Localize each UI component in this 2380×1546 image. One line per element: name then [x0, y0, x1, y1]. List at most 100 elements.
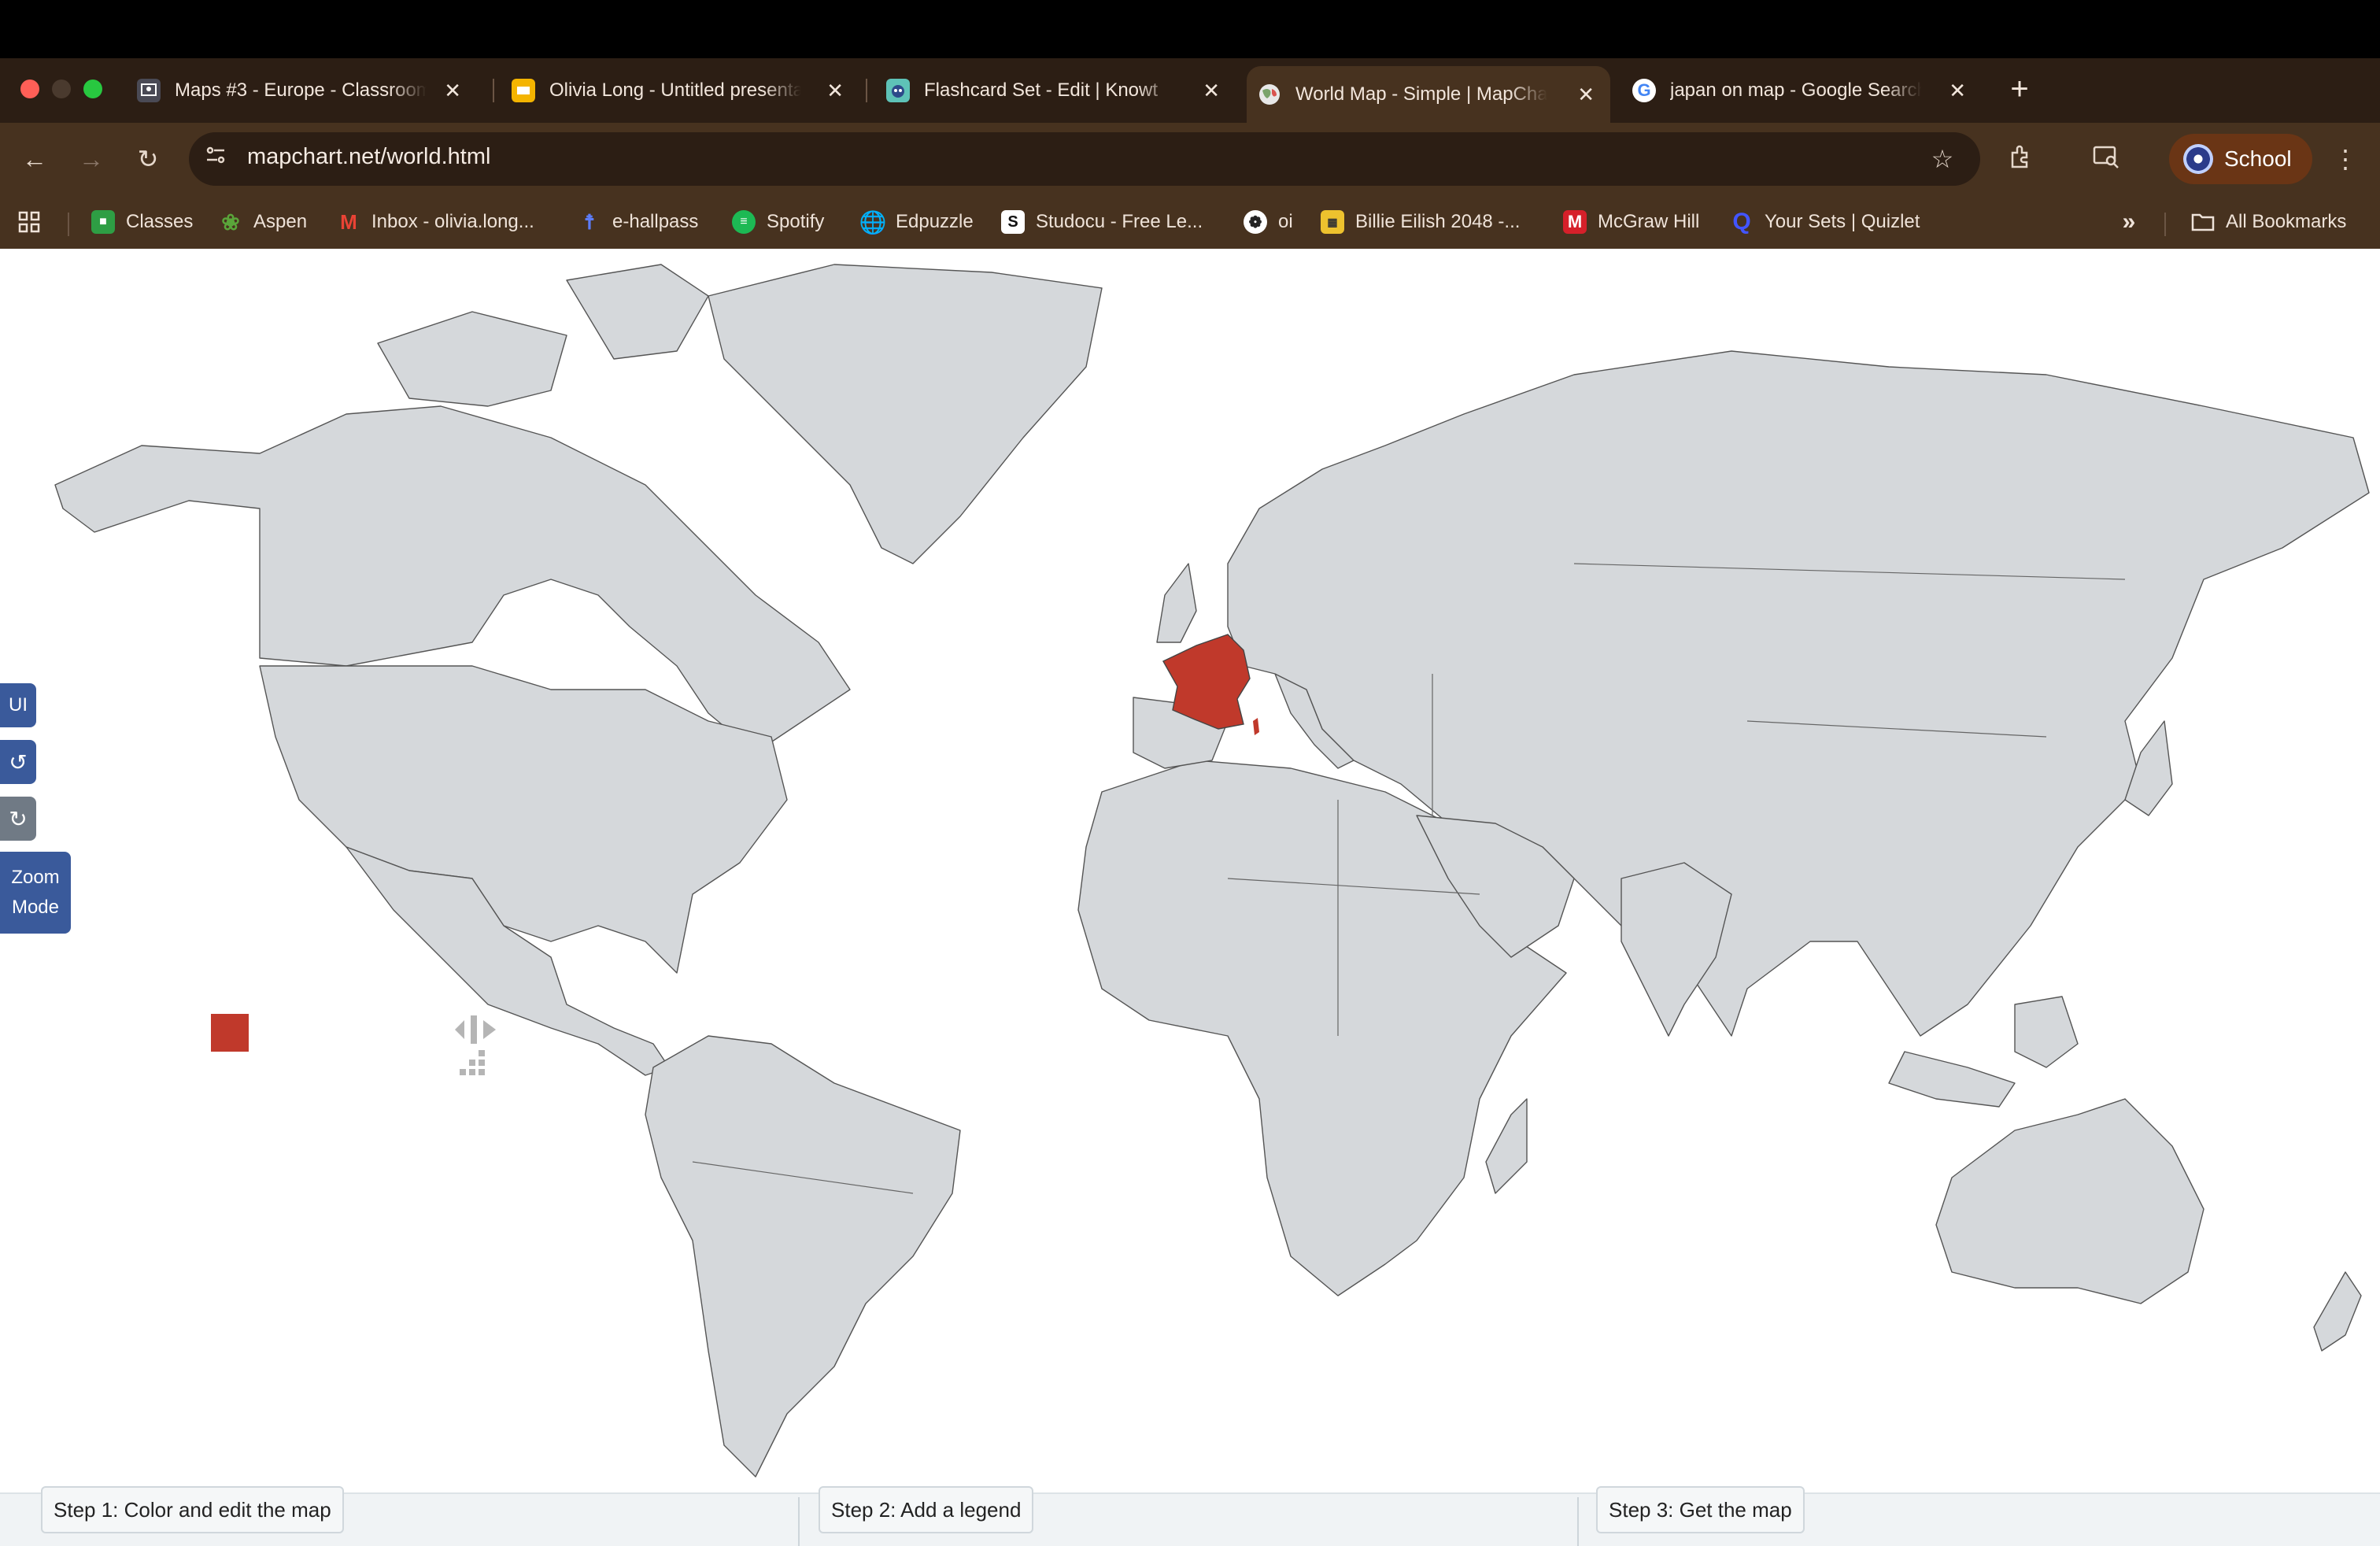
browser-tab[interactable]: Flashcard Set - Edit | Knowt ✕ — [875, 66, 1236, 115]
tab-title: World Map - Simple | MapChart — [1295, 83, 1547, 105]
close-icon[interactable]: ✕ — [1949, 79, 1966, 103]
bookmark-classes[interactable]: ■ Classes — [91, 206, 193, 238]
slides-icon — [512, 79, 535, 102]
browser-tab[interactable]: G japan on map - Google Search ✕ — [1621, 66, 1982, 115]
aspen-icon: ❀ — [221, 209, 240, 235]
bookmark-label: McGraw Hill — [1598, 211, 1700, 232]
bookmark-ehallpass[interactable]: ☨ e-hallpass — [578, 206, 699, 238]
step-2-button[interactable]: Step 2: Add a legend — [819, 1486, 1034, 1533]
bookmarks-separator — [68, 213, 69, 236]
zoom-mode-button[interactable]: Zoom Mode — [0, 852, 71, 934]
country-canada-islands[interactable] — [566, 264, 709, 360]
extensions-icon[interactable] — [2005, 143, 2037, 177]
bookmark-mcgraw-hill[interactable]: M McGraw Hill — [1563, 206, 1699, 238]
url-text: mapchart.net/world.html — [247, 144, 491, 169]
browser-tab[interactable]: Olivia Long - Untitled presentation ✕ — [501, 66, 859, 115]
gmail-icon: M — [340, 209, 357, 234]
country-south-america[interactable] — [645, 1035, 961, 1478]
reload-icon[interactable]: ↻ — [132, 143, 164, 175]
bookmark-label: Your Sets | Quizlet — [1765, 211, 1920, 232]
bookmark-label: oi — [1278, 211, 1293, 232]
bookmark-spotify[interactable]: ≡ Spotify — [732, 206, 824, 238]
country-madagascar[interactable] — [1485, 1098, 1528, 1194]
legend-color-swatch[interactable] — [211, 1014, 249, 1052]
screen-bezel — [0, 0, 2380, 58]
country-indonesia[interactable] — [1888, 1051, 2016, 1108]
all-bookmarks-button[interactable]: All Bookmarks — [2191, 206, 2346, 238]
bookmark-inbox[interactable]: M Inbox - olivia.long... — [337, 206, 534, 238]
country-france-corsica[interactable] — [1253, 718, 1259, 735]
bookmark-label: e-hallpass — [612, 211, 699, 232]
folder-icon — [2191, 210, 2215, 234]
close-icon[interactable]: ✕ — [1203, 79, 1220, 103]
undo-icon: ↺ — [9, 749, 28, 775]
apps-grid-icon — [18, 211, 40, 233]
tab-title: Olivia Long - Untitled presentation — [549, 80, 801, 101]
legend-drag-handle[interactable] — [452, 1014, 499, 1085]
bookmark-star-icon[interactable]: ☆ — [1927, 143, 1958, 175]
world-map[interactable] — [0, 249, 2380, 1492]
double-chevron-right-icon: » — [2122, 209, 2136, 235]
country-greenland[interactable] — [708, 264, 1103, 564]
browser-tab[interactable]: Maps #3 - Europe - Classroom ✕ — [126, 66, 477, 115]
bookmark-label: Classes — [126, 211, 194, 232]
country-canada-islands[interactable] — [377, 311, 567, 407]
forward-arrow-icon[interactable]: → — [76, 143, 107, 175]
spotify-icon: ≡ — [732, 210, 756, 234]
country-borneo[interactable] — [2014, 996, 2079, 1068]
close-icon[interactable]: ✕ — [444, 79, 461, 103]
apps-grid-button[interactable] — [17, 206, 41, 238]
tab-title: japan on map - Google Search — [1670, 80, 1922, 101]
more-menu-icon[interactable]: ⋮ — [2330, 143, 2361, 175]
country-uk[interactable] — [1156, 563, 1197, 643]
bookmark-label: Studocu - Free Le... — [1036, 211, 1203, 232]
step-3-button[interactable]: Step 3: Get the map — [1596, 1486, 1805, 1533]
cast-search-icon[interactable] — [2090, 143, 2122, 177]
classroom-icon — [137, 79, 161, 102]
step-divider — [1577, 1497, 1579, 1546]
tab-title: Flashcard Set - Edit | Knowt — [924, 80, 1159, 101]
bookmark-oi[interactable]: ❁ oi — [1244, 206, 1293, 238]
bookmark-label: Aspen — [253, 211, 308, 232]
bookmark-studocu[interactable]: S Studocu - Free Le... — [1001, 206, 1203, 238]
close-window-button[interactable] — [20, 80, 39, 98]
bookmark-aspen[interactable]: ❀ Aspen — [219, 206, 307, 238]
close-icon[interactable]: ✕ — [1577, 83, 1595, 107]
redo-icon: ↻ — [9, 806, 28, 831]
more-bookmarks-button[interactable]: » — [2117, 206, 2141, 238]
classroom-icon: ■ — [91, 210, 115, 234]
ui-toggle-button[interactable]: UI — [0, 683, 36, 727]
tab-separator — [493, 79, 494, 102]
tab-title: Maps #3 - Europe - Classroom — [175, 80, 427, 101]
ehallpass-icon: ☨ — [583, 209, 596, 234]
new-tab-button[interactable]: + — [2004, 69, 2035, 109]
knowt-icon — [886, 79, 910, 102]
site-info-icon[interactable] — [200, 143, 231, 176]
chatgpt-icon: ❁ — [1244, 210, 1267, 234]
browser-tab-active[interactable]: World Map - Simple | MapChart ✕ — [1247, 66, 1610, 123]
country-australia[interactable] — [1935, 1098, 2204, 1304]
redo-button[interactable]: ↻ — [0, 797, 36, 841]
bookmark-billie-2048[interactable]: ▦ Billie Eilish 2048 -... — [1321, 206, 1520, 238]
bookmark-label: Billie Eilish 2048 -... — [1355, 211, 1521, 232]
step-1-button[interactable]: Step 1: Color and edit the map — [41, 1486, 344, 1533]
step-navigation-bar — [0, 1492, 2380, 1546]
bookmark-label: Edpuzzle — [896, 211, 974, 232]
bookmark-edpuzzle[interactable]: 🌐 Edpuzzle — [859, 206, 974, 238]
back-arrow-icon[interactable]: ← — [19, 143, 50, 175]
bookmark-quizlet[interactable]: Q Your Sets | Quizlet — [1730, 206, 1920, 238]
bookmark-label: All Bookmarks — [2226, 211, 2347, 232]
globe-icon: 🌐 — [859, 209, 887, 235]
close-icon[interactable]: ✕ — [826, 79, 844, 103]
country-new-zealand[interactable] — [2313, 1271, 2362, 1352]
quizlet-icon: Q — [1732, 209, 1751, 235]
minimize-window-button[interactable] — [52, 80, 71, 98]
bookmarks-separator — [2164, 213, 2166, 236]
maximize-window-button[interactable] — [83, 80, 102, 98]
mcgraw-hill-icon: M — [1563, 210, 1587, 234]
game-2048-icon: ▦ — [1321, 210, 1344, 234]
bookmark-label: Spotify — [767, 211, 825, 232]
profile-button[interactable]: School — [2169, 134, 2312, 184]
step-divider — [798, 1497, 800, 1546]
undo-button[interactable]: ↺ — [0, 740, 36, 784]
